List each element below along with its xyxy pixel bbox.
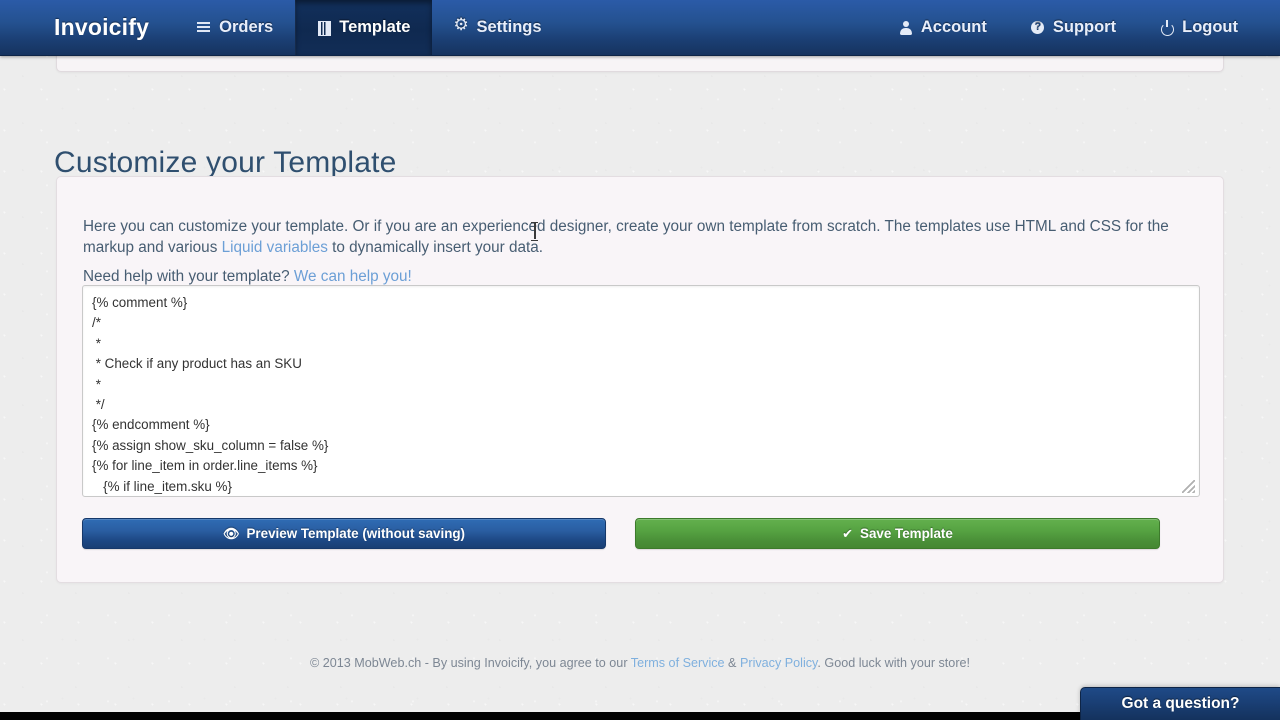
- preview-template-button-label: Preview Template (without saving): [246, 526, 466, 541]
- textarea-resize-handle[interactable]: [1182, 480, 1195, 493]
- template-code-textarea[interactable]: [82, 285, 1200, 497]
- question-circle-icon: [1031, 20, 1045, 35]
- nav-item-support-label: Support: [1052, 18, 1117, 36]
- check-icon: ✔: [842, 526, 854, 541]
- eye-icon: 👁: [222, 526, 240, 541]
- preview-template-button[interactable]: 👁 Preview Template (without saving): [82, 518, 606, 549]
- footer-copyright-text: © 2013 MobWeb.ch - By using Invoicify, y…: [309, 656, 631, 670]
- nav-item-template[interactable]: Template: [295, 0, 433, 55]
- panel-description: Here you can customize your template. Or…: [83, 216, 1193, 258]
- top-navbar: Invoicify Orders Template Settings Accou…: [0, 0, 1280, 56]
- navbar-right-group: Account Support Logout: [877, 0, 1280, 55]
- liquid-variables-link[interactable]: Liquid variables: [222, 239, 328, 256]
- panel-description-text-2: to dynamically insert your data.: [327, 239, 543, 257]
- chat-button-label: Got a question?: [1121, 695, 1240, 712]
- nav-item-orders-label: Orders: [219, 18, 274, 36]
- template-editor-panel: Here you can customize your template. Or…: [56, 176, 1224, 583]
- page-title: Customize your Template: [54, 146, 397, 180]
- list-icon: [197, 21, 211, 35]
- save-template-button-label: Save Template: [860, 526, 953, 541]
- panel-help-text: Need help with your template?: [83, 268, 294, 286]
- document-icon: [317, 20, 332, 36]
- nav-item-account-label: Account: [920, 18, 987, 36]
- nav-item-logout[interactable]: Logout: [1138, 0, 1260, 55]
- got-a-question-chat-button[interactable]: Got a question?: [1080, 687, 1280, 720]
- gear-icon: [453, 16, 468, 35]
- terms-of-service-link[interactable]: Terms of Service: [631, 656, 725, 670]
- nav-item-template-label: Template: [339, 18, 411, 36]
- navbar-left-group: Invoicify Orders Template Settings: [0, 0, 564, 55]
- privacy-policy-link[interactable]: Privacy Policy: [740, 656, 817, 670]
- nav-item-logout-label: Logout: [1182, 18, 1238, 36]
- save-template-button[interactable]: ✔ Save Template: [635, 518, 1160, 549]
- nav-item-account[interactable]: Account: [877, 0, 1009, 55]
- page-footer: © 2013 MobWeb.ch - By using Invoicify, y…: [0, 656, 1280, 670]
- footer-separator: &: [724, 656, 740, 670]
- power-icon: [1160, 19, 1175, 36]
- nav-item-settings[interactable]: Settings: [432, 0, 563, 55]
- nav-item-orders[interactable]: Orders: [175, 0, 295, 55]
- user-icon: [899, 20, 913, 35]
- nav-item-support[interactable]: Support: [1009, 0, 1138, 55]
- nav-item-settings-label: Settings: [476, 18, 542, 36]
- we-can-help-you-link[interactable]: We can help you!: [294, 268, 412, 285]
- footer-tail-text: . Good luck with your store!: [817, 656, 971, 670]
- panel-help-line: Need help with your template? We can hel…: [83, 268, 412, 286]
- brand-logo[interactable]: Invoicify: [0, 0, 175, 55]
- panel-button-row: 👁 Preview Template (without saving) ✔ Sa…: [82, 518, 1200, 549]
